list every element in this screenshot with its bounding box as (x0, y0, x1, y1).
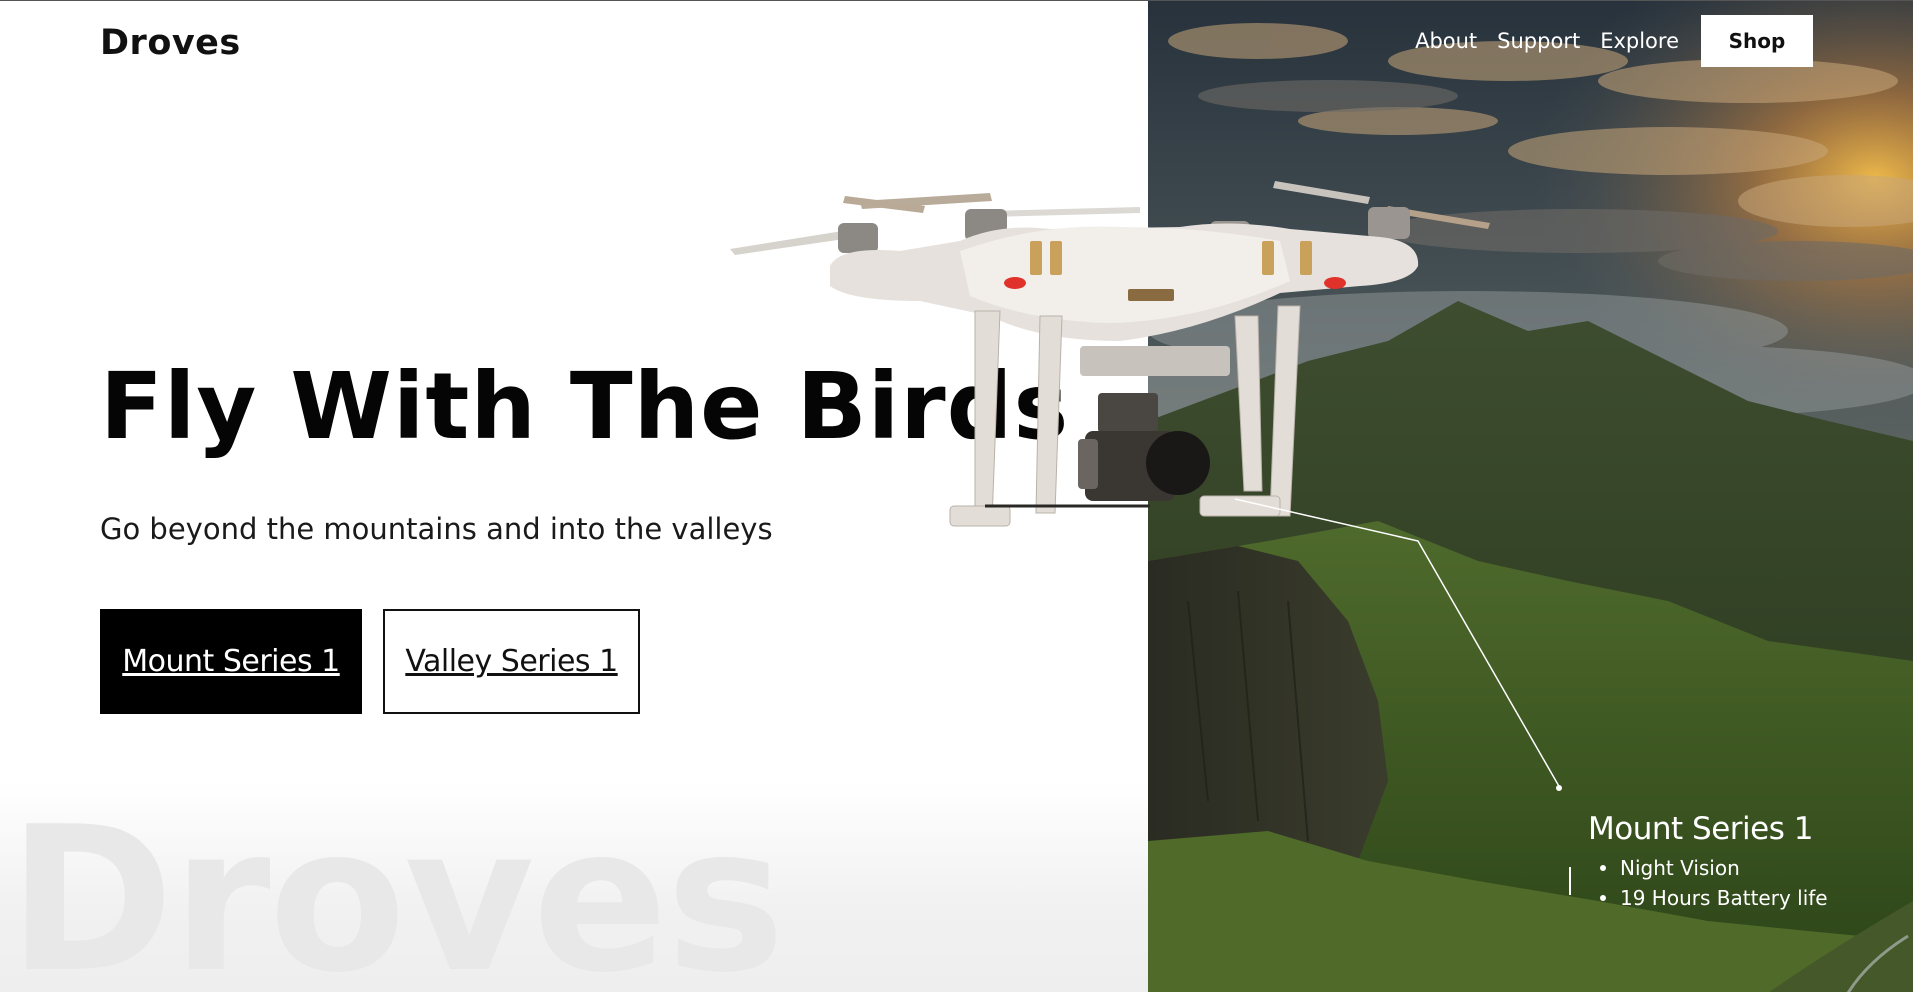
feature-list: Night Vision 19 Hours Battery life (1598, 853, 1828, 913)
feature-item: Night Vision (1598, 853, 1828, 883)
feature-item: 19 Hours Battery life (1598, 883, 1828, 913)
landing-page: Droves About Support Explore Shop Droves… (0, 0, 1913, 992)
nav-link-explore[interactable]: Explore (1600, 29, 1679, 53)
brand-logo[interactable]: Droves (100, 23, 241, 63)
nav-link-support[interactable]: Support (1497, 29, 1580, 53)
callout-title: Mount Series 1 (1588, 811, 1813, 847)
brand-watermark: Droves (8, 784, 785, 992)
main-nav: About Support Explore Shop (1415, 15, 1913, 67)
hero-title: Fly With The Birds (100, 353, 1070, 460)
valley-series-button[interactable]: Valley Series 1 (383, 609, 640, 714)
mount-series-button[interactable]: Mount Series 1 (100, 609, 362, 714)
hero-subtitle: Go beyond the mountains and into the val… (100, 512, 773, 546)
nav-link-about[interactable]: About (1415, 29, 1477, 53)
shop-button[interactable]: Shop (1701, 15, 1813, 67)
callout-marker (1569, 867, 1571, 895)
